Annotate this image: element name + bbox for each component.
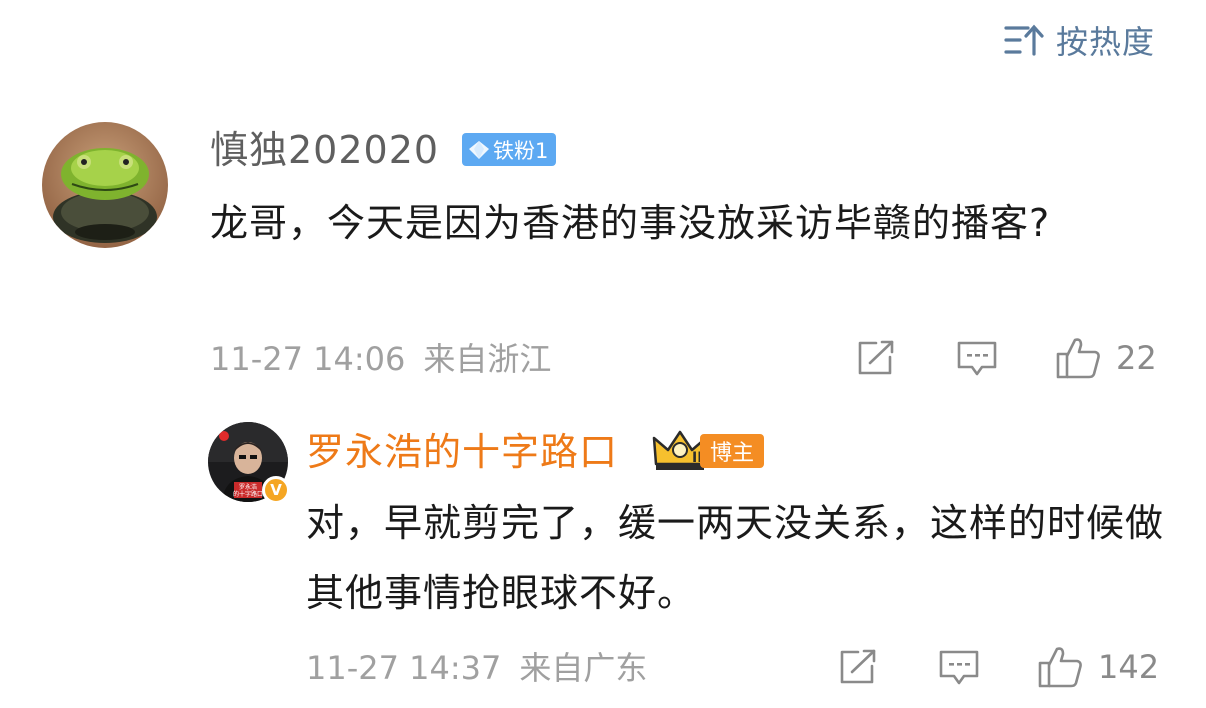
share-icon bbox=[858, 340, 894, 375]
reply-comment-button[interactable] bbox=[938, 648, 980, 688]
share-button[interactable] bbox=[856, 339, 896, 377]
fan-badge-label: 铁粉1 bbox=[493, 138, 549, 163]
reply-button[interactable] bbox=[956, 339, 998, 379]
comment-icon bbox=[939, 650, 979, 685]
avatar-caption: 罗永浩 bbox=[239, 483, 257, 491]
host-badge: 博主 bbox=[700, 434, 765, 468]
reply-text: 对，早就剪完了，缓一两天没关系，这样的时候做其他事情抢眼球不好。 bbox=[306, 501, 1165, 615]
verified-badge-icon: V bbox=[262, 476, 290, 504]
comment-text: 龙哥，今天是因为香港的事没放采访毕赣的播客? bbox=[210, 201, 1051, 245]
share-icon bbox=[840, 649, 876, 684]
avatar-caption: 的十字路口 bbox=[233, 490, 263, 498]
comment-date: 11-27 14:06 bbox=[210, 340, 406, 378]
reply-avatar[interactable]: 罗永浩 的十字路口 V bbox=[208, 422, 290, 504]
sort-toggle[interactable]: 按热度 bbox=[1004, 20, 1156, 61]
comment-meta: 11-27 14:06 来自浙江 bbox=[210, 339, 551, 379]
sort-hot-icon bbox=[1004, 24, 1044, 56]
reply-like-count: 142 bbox=[1098, 648, 1160, 686]
reply-username[interactable]: 罗永浩的十字路口 bbox=[306, 428, 618, 476]
comment-icon bbox=[957, 341, 997, 376]
like-count: 22 bbox=[1116, 339, 1157, 377]
reply-meta: 11-27 14:37 来自广东 bbox=[306, 648, 647, 688]
reply-location: 来自广东 bbox=[519, 649, 648, 687]
comment-username[interactable]: 慎独202020 bbox=[210, 126, 439, 174]
diamond-icon bbox=[469, 140, 489, 159]
thumbs-up-icon bbox=[1038, 647, 1082, 688]
like-button[interactable]: 22 bbox=[1056, 336, 1157, 380]
fan-badge: 铁粉1 bbox=[462, 133, 557, 166]
frog-avatar-image bbox=[42, 122, 168, 248]
avatar[interactable] bbox=[42, 122, 168, 248]
thumbs-up-icon bbox=[1056, 338, 1100, 379]
comment-location: 来自浙江 bbox=[423, 340, 552, 378]
reply-share-button[interactable] bbox=[838, 648, 878, 686]
sort-label: 按热度 bbox=[1056, 23, 1156, 61]
reply-date: 11-27 14:37 bbox=[306, 649, 502, 687]
reply-like-button[interactable]: 142 bbox=[1038, 645, 1159, 689]
